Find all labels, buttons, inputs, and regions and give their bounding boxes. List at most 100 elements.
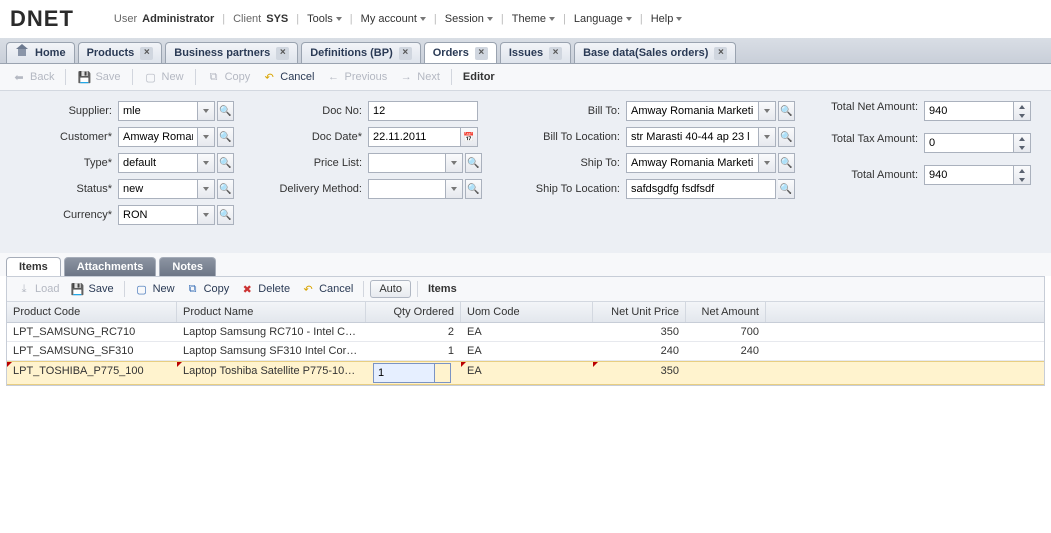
currency-dropdown[interactable] — [198, 205, 215, 225]
supplier-dropdown[interactable] — [198, 101, 215, 121]
shipto-input[interactable] — [626, 153, 759, 173]
currency-lookup[interactable]: 🔍 — [217, 205, 234, 225]
close-icon[interactable]: × — [475, 47, 488, 60]
grid-new-button[interactable]: ▢New — [131, 280, 179, 298]
tab-orders[interactable]: Orders × — [424, 42, 497, 63]
pricelist-lookup[interactable]: 🔍 — [465, 153, 482, 173]
col-uom-code[interactable]: Uom Code — [461, 302, 593, 322]
type-input[interactable] — [118, 153, 198, 173]
type-dropdown[interactable] — [198, 153, 215, 173]
pricelist-dropdown[interactable] — [446, 153, 463, 173]
menu-my-account[interactable]: My account — [361, 13, 426, 25]
supplier-lookup[interactable]: 🔍 — [217, 101, 234, 121]
customer-input[interactable] — [118, 127, 198, 147]
cancel-button[interactable]: ↶Cancel — [258, 68, 318, 86]
grid-cancel-button[interactable]: ↶Cancel — [297, 280, 357, 298]
billto-dropdown[interactable] — [759, 101, 776, 121]
billloc-lookup[interactable]: 🔍 — [778, 127, 795, 147]
totalnet-spinner[interactable] — [1014, 101, 1031, 121]
tab-definitions-bp-[interactable]: Definitions (BP)× — [301, 42, 421, 63]
col-qty-ordered[interactable]: Qty Ordered — [366, 302, 461, 322]
new-icon: ▢ — [144, 70, 158, 84]
col-product-code[interactable]: Product Code — [7, 302, 177, 322]
status-dropdown[interactable] — [198, 179, 215, 199]
close-icon[interactable]: × — [714, 47, 727, 60]
type-lookup[interactable]: 🔍 — [217, 153, 234, 173]
col-net-unit-price[interactable]: Net Unit Price — [593, 302, 686, 322]
shiploc-lookup[interactable]: 🔍 — [778, 179, 795, 199]
menu-theme[interactable]: Theme — [512, 13, 555, 25]
grid-copy-button[interactable]: ⧉Copy — [182, 280, 234, 298]
shipto-dropdown[interactable] — [759, 153, 776, 173]
table-row[interactable]: LPT_SAMSUNG_SF310Laptop Samsung SF310 In… — [7, 342, 1044, 361]
close-icon[interactable]: × — [399, 47, 412, 60]
delivery-dropdown[interactable] — [446, 179, 463, 199]
status-label: Status* — [12, 183, 112, 195]
tab-notes[interactable]: Notes — [159, 257, 216, 276]
totaltax-spinner[interactable] — [1014, 133, 1031, 153]
docdate-input[interactable] — [368, 127, 461, 147]
status-lookup[interactable]: 🔍 — [217, 179, 234, 199]
delivery-label: Delivery Method: — [262, 183, 362, 195]
grid-delete-button[interactable]: ✖Delete — [236, 280, 294, 298]
customer-dropdown[interactable] — [198, 127, 215, 147]
menu-language[interactable]: Language — [574, 13, 632, 25]
shiploc-input[interactable] — [626, 179, 776, 199]
totaltax-input[interactable] — [924, 133, 1014, 153]
supplier-input[interactable] — [118, 101, 198, 121]
close-icon[interactable]: × — [549, 47, 562, 60]
tab-items[interactable]: Items — [6, 257, 61, 276]
billloc-dropdown[interactable] — [759, 127, 776, 147]
search-icon: 🔍 — [219, 106, 231, 117]
col-net-amount[interactable]: Net Amount — [686, 302, 766, 322]
grid-auto-button[interactable]: Auto — [370, 280, 411, 298]
status-input[interactable] — [118, 179, 198, 199]
tab-label: Orders — [433, 47, 469, 59]
docdate-calendar[interactable]: 📅 — [461, 127, 478, 147]
save-button[interactable]: 💾Save — [73, 68, 124, 86]
home-icon — [15, 46, 29, 60]
totalnet-input[interactable] — [924, 101, 1014, 121]
brand-logo: DNET — [10, 6, 74, 32]
previous-button[interactable]: ←Previous — [323, 68, 392, 86]
save-icon: 💾 — [70, 282, 84, 296]
qty-spinner[interactable] — [435, 363, 451, 383]
docno-input[interactable] — [368, 101, 478, 121]
totalamt-spinner[interactable] — [1014, 165, 1031, 185]
tab-business-partners[interactable]: Business partners× — [165, 42, 298, 63]
tab-attachments[interactable]: Attachments — [64, 257, 157, 276]
close-icon[interactable]: × — [140, 47, 153, 60]
menu-help[interactable]: Help — [651, 13, 683, 25]
tab-home[interactable]: Home — [6, 42, 75, 63]
back-button[interactable]: ⬅Back — [8, 68, 58, 86]
menu-session[interactable]: Session — [445, 13, 493, 25]
items-grid: ⤓Load 💾Save ▢New ⧉Copy ✖Delete ↶Cancel A… — [6, 276, 1045, 386]
copy-button[interactable]: ⧉Copy — [203, 68, 255, 86]
currency-input[interactable] — [118, 205, 198, 225]
delivery-lookup[interactable]: 🔍 — [465, 179, 482, 199]
customer-lookup[interactable]: 🔍 — [217, 127, 234, 147]
tab-products[interactable]: Products× — [78, 42, 163, 63]
table-row[interactable]: LPT_SAMSUNG_RC710Laptop Samsung RC710 - … — [7, 323, 1044, 342]
pricelist-input[interactable] — [368, 153, 446, 173]
shipto-label: Ship To: — [510, 157, 620, 169]
shipto-lookup[interactable]: 🔍 — [778, 153, 795, 173]
col-product-name[interactable]: Product Name — [177, 302, 366, 322]
tab-base-data-sales-orders-[interactable]: Base data(Sales orders)× — [574, 42, 736, 63]
close-icon[interactable]: × — [276, 47, 289, 60]
billto-input[interactable] — [626, 101, 759, 121]
menu-tools[interactable]: Tools — [307, 13, 342, 25]
grid-save-button[interactable]: 💾Save — [66, 280, 117, 298]
tab-issues[interactable]: Issues× — [500, 42, 571, 63]
new-button[interactable]: ▢New — [140, 68, 188, 86]
load-icon: ⤓ — [17, 282, 31, 296]
qty-input[interactable] — [373, 363, 435, 383]
grid-load-button[interactable]: ⤓Load — [13, 280, 63, 298]
table-row[interactable]: LPT_TOSHIBA_P775_100Laptop Toshiba Satel… — [7, 361, 1044, 385]
delivery-input[interactable] — [368, 179, 446, 199]
billloc-input[interactable] — [626, 127, 759, 147]
totalamt-input[interactable] — [924, 165, 1014, 185]
currency-label: Currency* — [12, 209, 112, 221]
next-button[interactable]: →Next — [395, 68, 444, 86]
billto-lookup[interactable]: 🔍 — [778, 101, 795, 121]
